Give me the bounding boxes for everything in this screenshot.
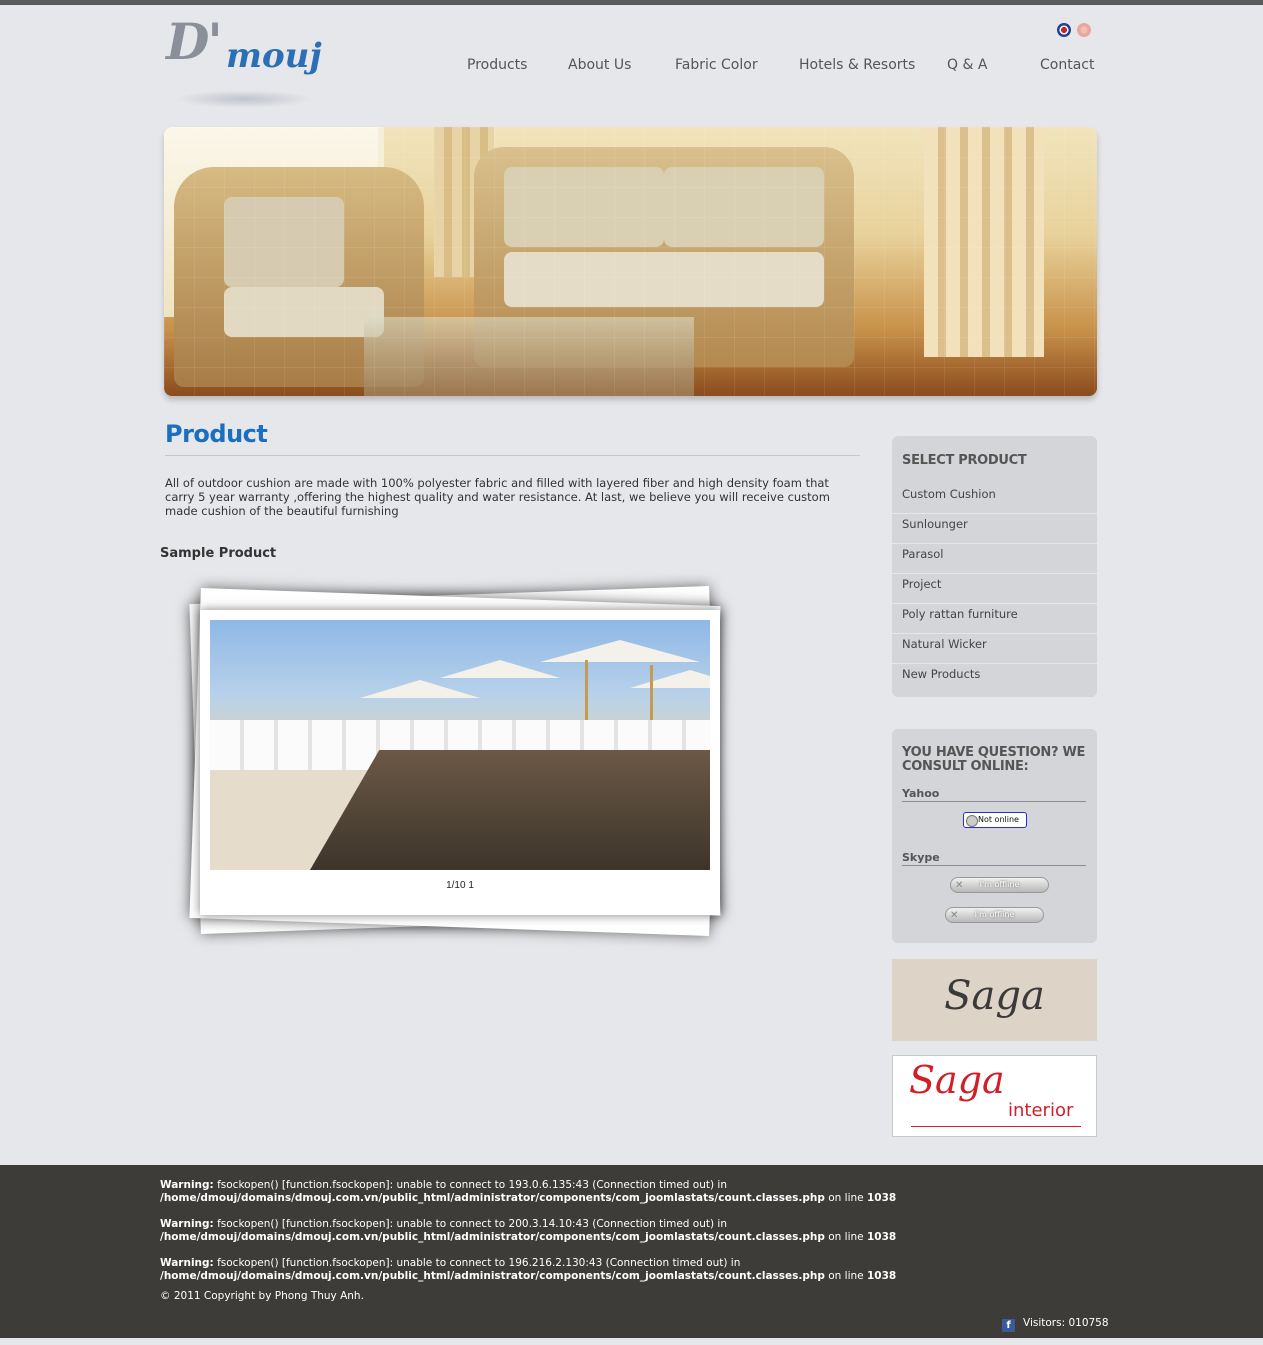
yahoo-label: Yahoo (902, 787, 940, 800)
product-item-custom-cushion[interactable]: Custom Cushion (892, 484, 1097, 514)
php-warning: Warning: fsockopen() [function.fsockopen… (160, 1218, 896, 1244)
skype-offline-icon: ✕ (955, 880, 964, 891)
skype-status-text: I'm offline (979, 880, 1020, 889)
product-item-poly-rattan[interactable]: Poly rattan furniture (892, 604, 1097, 634)
photo-umbrella (360, 680, 480, 698)
yahoo-status-button[interactable]: Not online (963, 812, 1027, 828)
warning-path: /home/dmouj/domains/dmouj.com.vn/public_… (160, 1231, 825, 1243)
product-item-project[interactable]: Project (892, 574, 1097, 604)
photo-deck-tables (310, 750, 710, 870)
saga-interior-underline (911, 1126, 1081, 1127)
visitor-count-text: Visitors: 010758 (1023, 1317, 1109, 1329)
nav-contact[interactable]: Contact (1040, 57, 1094, 73)
facebook-icon[interactable]: f (1002, 1319, 1015, 1332)
product-item-natural-wicker[interactable]: Natural Wicker (892, 634, 1097, 664)
warning-path: /home/dmouj/domains/dmouj.com.vn/public_… (160, 1192, 825, 1204)
saga-ad-text: Saga (944, 973, 1045, 1019)
saga-interior-logo-text: Saga (909, 1058, 1005, 1102)
photo-umbrella (540, 640, 700, 662)
skype-divider (902, 865, 1086, 866)
product-category-list: Custom Cushion Sunlounger Parasol Projec… (892, 484, 1097, 694)
nav-products[interactable]: Products (467, 57, 527, 73)
top-bar (0, 0, 1263, 5)
saga-banner-ad[interactable]: Saga (892, 959, 1097, 1041)
nav-hotels-resorts[interactable]: Hotels & Resorts (799, 57, 915, 73)
intro-text: All of outdoor cushion are made with 100… (165, 476, 830, 518)
warning-label: Warning: (160, 1218, 214, 1230)
photo-umbrella (630, 670, 710, 688)
warning-label: Warning: (160, 1179, 214, 1191)
product-item-sunlounger[interactable]: Sunlounger (892, 514, 1097, 544)
warning-text: fsockopen() [function.fsockopen]: unable… (213, 1257, 741, 1269)
saga-interior-sub-text: interior (1008, 1100, 1074, 1121)
online-support-box: YOU HAVE QUESTION? WE CONSULT ONLINE: Ya… (892, 729, 1097, 943)
warning-label: Warning: (160, 1257, 214, 1269)
warning-path: /home/dmouj/domains/dmouj.com.vn/public_… (160, 1270, 825, 1282)
gallery-counter: 1/10 1 (446, 880, 474, 891)
php-warning: Warning: fsockopen() [function.fsockopen… (160, 1257, 896, 1283)
skype-status-button-1[interactable]: ✕ I'm offline (950, 877, 1049, 893)
product-item-parasol[interactable]: Parasol (892, 544, 1097, 574)
english-flag-icon[interactable] (1057, 23, 1071, 37)
php-warning: Warning: fsockopen() [function.fsockopen… (160, 1179, 896, 1205)
warning-text: fsockopen() [function.fsockopen]: unable… (213, 1218, 728, 1230)
yahoo-divider (902, 801, 1086, 802)
warning-text: fsockopen() [function.fsockopen]: unable… (213, 1179, 728, 1191)
warning-online: on line (824, 1270, 867, 1282)
support-title: YOU HAVE QUESTION? WE CONSULT ONLINE: (902, 745, 1086, 774)
warning-online: on line (824, 1231, 867, 1243)
select-product-title: SELECT PRODUCT (902, 453, 1027, 468)
vietnamese-flag-icon[interactable] (1077, 23, 1091, 37)
skype-label: Skype (902, 851, 940, 864)
product-item-new-products[interactable]: New Products (892, 664, 1097, 694)
warning-line: 1038 (866, 1231, 897, 1243)
skype-status-text: I'm offline (974, 910, 1015, 919)
nav-qa[interactable]: Q & A (947, 57, 987, 73)
bottom-bar (0, 1338, 1263, 1345)
gallery-photo[interactable] (210, 620, 710, 870)
select-product-box: SELECT PRODUCT Custom Cushion Sunlounger… (892, 436, 1097, 697)
gallery-current-card[interactable]: 1/10 1 (200, 610, 720, 915)
warning-line: 1038 (866, 1192, 897, 1204)
hero-banner-image (164, 127, 1097, 396)
skype-offline-icon: ✕ (950, 910, 959, 921)
skype-status-button-2[interactable]: ✕ I'm offline (945, 907, 1044, 923)
warning-line: 1038 (866, 1270, 897, 1282)
nav-about-us[interactable]: About Us (568, 57, 631, 73)
saga-interior-banner-ad[interactable]: Saga interior (892, 1055, 1097, 1137)
product-gallery[interactable]: 1/10 1 (185, 585, 735, 945)
page-title: Product (165, 420, 268, 448)
warning-online: on line (824, 1192, 867, 1204)
site-footer: Warning: fsockopen() [function.fsockopen… (0, 1165, 1263, 1338)
banner-grid-overlay (164, 127, 1097, 396)
title-divider (165, 455, 860, 456)
sample-product-heading: Sample Product (160, 546, 277, 561)
photo-umbrella (440, 660, 560, 678)
logo-shadow (174, 90, 314, 108)
main-nav: Products About Us Fabric Color Hotels & … (0, 57, 1263, 79)
nav-fabric-color[interactable]: Fabric Color (675, 57, 758, 73)
copyright-text: © 2011 Copyright by Phong Thuy Anh. (160, 1290, 364, 1302)
visitor-counter: f Visitors: 010758 (1002, 1317, 1109, 1332)
